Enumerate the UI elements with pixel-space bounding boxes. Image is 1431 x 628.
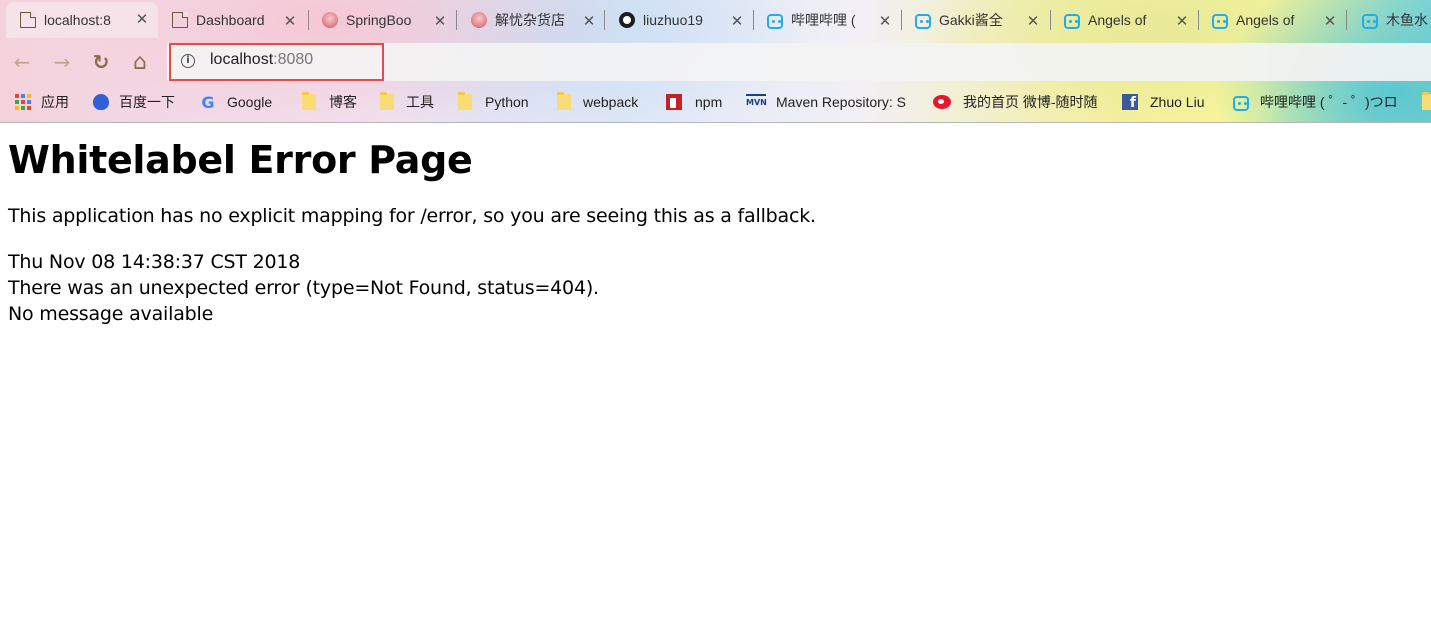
close-icon[interactable]: ✕ (729, 12, 745, 30)
url-text[interactable]: localhost:8080 (210, 51, 313, 69)
tab-title: Dashboard (196, 12, 265, 28)
anime-avatar-icon (471, 12, 487, 28)
bookmark-label: Zhuo Liu (1150, 94, 1205, 110)
error-status: There was an unexpected error (type=Not … (8, 277, 599, 299)
toolbar: ← → ↻ ⌂ i localhost:8080 (0, 40, 1431, 82)
bookmark-label: Google (227, 94, 273, 110)
tab-title: 解忧杂货店 (495, 12, 565, 28)
bilibili-icon (1362, 13, 1378, 29)
url-port: :8080 (273, 51, 314, 68)
tab-gakki[interactable]: Gakki酱全 ✕ (901, 4, 1049, 36)
page-icon (172, 12, 188, 28)
bookmark-apps[interactable]: 应用 (15, 91, 69, 113)
reload-button[interactable]: ↻ (87, 48, 115, 76)
bookmark-label: Python (485, 94, 529, 110)
bookmark-folder-overflow[interactable] (1422, 91, 1431, 113)
apps-icon (15, 94, 31, 110)
home-button[interactable]: ⌂ (126, 48, 154, 76)
bookmark-label: 哔哩哔哩 ( ゜- ゜)つロ (1260, 94, 1398, 110)
bilibili-icon (767, 13, 783, 29)
tab-title: SpringBoo (346, 12, 412, 28)
bookmark-weibo[interactable]: 我的首页 微博-随时随 (933, 91, 1105, 113)
tab-localhost[interactable]: localhost:8 ✕ (6, 2, 158, 38)
close-icon[interactable]: ✕ (134, 10, 150, 28)
bookmark-maven[interactable]: MVN Maven Repository: S (746, 91, 914, 113)
error-timestamp: Thu Nov 08 14:38:37 CST 2018 (8, 251, 301, 273)
page-icon (20, 12, 36, 28)
error-message: No message available (8, 303, 214, 325)
tab-dashboard[interactable]: Dashboard ✕ (158, 4, 306, 36)
bookmark-label: 百度一下 (119, 94, 175, 110)
folder-icon (1422, 92, 1431, 110)
error-description: This application has no explicit mapping… (8, 205, 816, 227)
tab-springboot[interactable]: SpringBoo ✕ (308, 4, 456, 36)
bookmark-baidu[interactable]: 百度一下 (93, 91, 175, 113)
bookmark-label: npm (695, 94, 723, 110)
bookmark-npm[interactable]: npm (666, 91, 722, 113)
close-icon[interactable]: ✕ (1322, 12, 1338, 30)
back-button[interactable]: ← (8, 48, 36, 76)
tab-title: liuzhuo19 (643, 12, 703, 28)
folder-icon (380, 92, 394, 110)
bilibili-icon (1064, 13, 1080, 29)
close-icon[interactable]: ✕ (877, 12, 893, 30)
bookmark-folder-webpack[interactable]: webpack (557, 91, 638, 113)
bookmark-label: 博客 (329, 94, 357, 110)
baidu-icon (93, 94, 109, 110)
close-icon[interactable]: ✕ (282, 12, 298, 30)
maven-icon: MVN (746, 94, 767, 110)
bookmark-bilibili[interactable]: 哔哩哔哩 ( ゜- ゜)つロ (1233, 91, 1413, 113)
bilibili-icon (915, 13, 931, 29)
bilibili-icon (1233, 95, 1249, 111)
page-title: Whitelabel Error Page (8, 138, 473, 182)
forward-button[interactable]: → (48, 48, 76, 76)
url-host: localhost (210, 51, 274, 68)
bookmark-label: 应用 (41, 94, 69, 110)
anime-avatar-icon (322, 12, 338, 28)
bookmark-folder-tools[interactable]: 工具 (380, 91, 434, 113)
tab-title: 木鱼水 (1386, 12, 1428, 28)
tab-jieyou[interactable]: 解忧杂货店 ✕ (457, 4, 605, 36)
browser-chrome: localhost:8 ✕ Dashboard ✕ SpringBoo ✕ 解忧… (0, 0, 1431, 123)
folder-icon (458, 92, 472, 110)
bookmark-label: 工具 (406, 94, 434, 110)
page-content: Whitelabel Error Page This application h… (8, 123, 1423, 327)
bookmark-label: webpack (583, 94, 639, 110)
bilibili-icon (1212, 13, 1228, 29)
close-icon[interactable]: ✕ (1025, 12, 1041, 30)
npm-icon (666, 94, 682, 110)
tab-strip: localhost:8 ✕ Dashboard ✕ SpringBoo ✕ 解忧… (0, 0, 1431, 40)
tab-angels-1[interactable]: Angels of ✕ (1050, 4, 1198, 36)
tab-angels-2[interactable]: Angels of ✕ (1198, 4, 1346, 36)
tab-separator (1346, 10, 1347, 30)
tab-github[interactable]: liuzhuo19 ✕ (605, 4, 753, 36)
folder-icon (302, 92, 316, 110)
bookmark-folder-python[interactable]: Python (458, 91, 529, 113)
tab-title: 哔哩哔哩 ( (791, 12, 856, 28)
bookmark-google[interactable]: G Google (200, 91, 272, 113)
google-icon: G (201, 92, 215, 112)
tab-title: localhost:8 (44, 12, 111, 28)
bookmark-folder-blog[interactable]: 博客 (302, 91, 357, 113)
bookmark-facebook[interactable]: f Zhuo Liu (1122, 91, 1204, 113)
bookmarks-bar: 应用 百度一下 G Google 博客 工具 Python webpack np (0, 85, 1431, 119)
error-details: Thu Nov 08 14:38:37 CST 2018 There was a… (8, 249, 1423, 327)
tab-bilibili[interactable]: 哔哩哔哩 ( ✕ (753, 4, 901, 36)
tab-title: Angels of (1088, 12, 1147, 28)
info-icon[interactable]: i (181, 54, 195, 68)
bookmark-label: 我的首页 微博-随时随 (963, 94, 1098, 110)
close-icon[interactable]: ✕ (581, 12, 597, 30)
bookmark-label: Maven Repository: S (776, 94, 906, 110)
tab-title: Angels of (1236, 12, 1295, 28)
tab-title: Gakki酱全 (939, 12, 1003, 28)
tab-muyu[interactable]: 木鱼水 (1348, 4, 1431, 36)
close-icon[interactable]: ✕ (432, 12, 448, 30)
github-icon (619, 12, 635, 28)
close-icon[interactable]: ✕ (1174, 12, 1190, 30)
facebook-icon: f (1122, 94, 1138, 111)
weibo-icon (933, 95, 951, 109)
folder-icon (557, 92, 571, 110)
